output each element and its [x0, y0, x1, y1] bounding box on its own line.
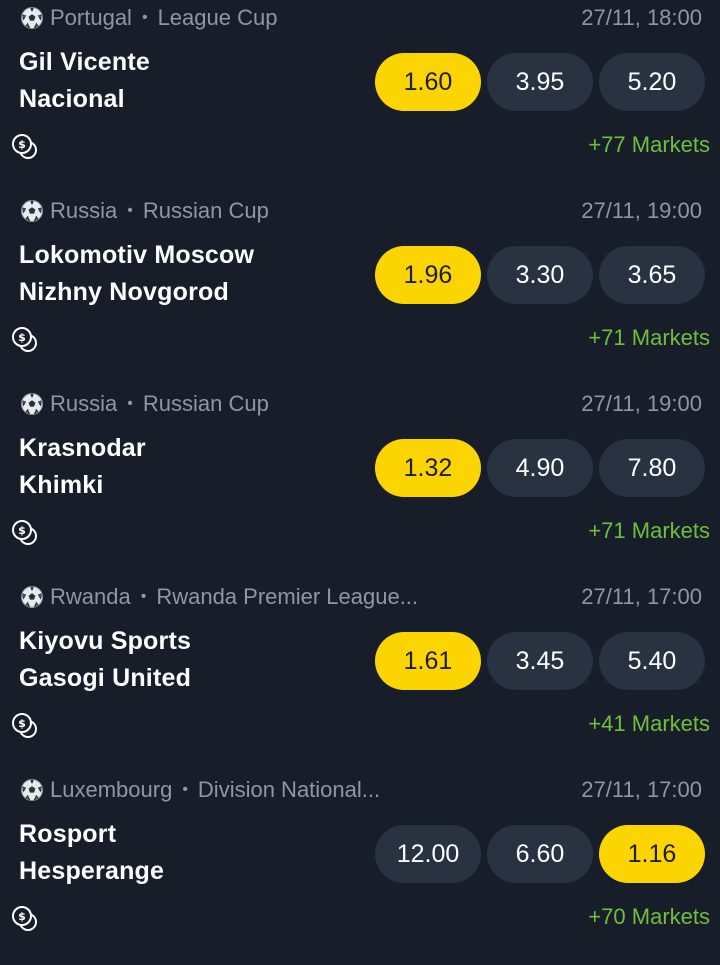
league-label: Russian Cup: [142, 391, 269, 416]
separator-dot: •: [182, 781, 188, 798]
home-team: Rosport: [19, 820, 117, 848]
svg-text:$: $: [18, 331, 26, 344]
league-info: Portugal • League Cup: [20, 4, 277, 32]
odd-button-away[interactable]: 1.16: [599, 825, 705, 883]
odd-button-away[interactable]: 3.65: [599, 246, 705, 304]
league-label: League Cup: [157, 5, 278, 30]
match-card[interactable]: Russia • Russian Cup 27/11, 19:00 Lokomo…: [0, 193, 720, 386]
cashout-coin-icon[interactable]: $: [10, 132, 40, 160]
league-info: Russia • Russian Cup: [20, 197, 269, 225]
odd-button-home[interactable]: 1.61: [375, 632, 481, 690]
svg-text:$: $: [18, 138, 26, 151]
away-team: Khimki: [19, 471, 104, 499]
odd-button-draw[interactable]: 3.30: [487, 246, 593, 304]
svg-text:$: $: [18, 910, 26, 923]
away-team: Nacional: [19, 85, 125, 113]
more-markets-link[interactable]: +71 Markets: [588, 325, 710, 351]
more-markets-link[interactable]: +71 Markets: [588, 518, 710, 544]
match-time: 27/11, 17:00: [581, 777, 702, 802]
country-label: Luxembourg: [50, 777, 173, 802]
soccer-ball-icon: [21, 586, 43, 608]
home-team: Gil Vicente: [19, 48, 150, 76]
svg-text:$: $: [18, 717, 26, 730]
match-time: 27/11, 17:00: [581, 584, 702, 609]
league-label: Division National...: [197, 777, 381, 802]
match-time: 27/11, 18:00: [581, 5, 702, 30]
home-team: Kiyovu Sports: [19, 627, 192, 655]
cashout-coin-icon[interactable]: $: [10, 711, 40, 739]
odd-button-home[interactable]: 1.60: [375, 53, 481, 111]
match-card[interactable]: Luxembourg • Division National... 27/11,…: [0, 772, 720, 965]
country-label: Russia: [50, 391, 118, 416]
odd-button-home[interactable]: 12.00: [375, 825, 481, 883]
odd-button-draw[interactable]: 6.60: [487, 825, 593, 883]
league-info: Luxembourg • Division National...: [20, 776, 380, 804]
home-team: Krasnodar: [19, 434, 146, 462]
soccer-ball-icon: [21, 7, 43, 29]
separator-dot: •: [141, 9, 148, 26]
odd-button-home[interactable]: 1.96: [375, 246, 481, 304]
separator-dot: •: [127, 202, 133, 219]
more-markets-link[interactable]: +70 Markets: [588, 904, 710, 930]
away-team: Nizhny Novgorod: [19, 278, 229, 306]
soccer-ball-icon: [21, 200, 43, 222]
odd-button-draw[interactable]: 3.95: [487, 53, 593, 111]
odd-button-away[interactable]: 7.80: [599, 439, 705, 497]
country-label: Rwanda: [50, 584, 131, 609]
match-card[interactable]: Rwanda • Rwanda Premier League... 27/11,…: [0, 579, 720, 772]
match-time: 27/11, 19:00: [581, 391, 702, 416]
cashout-coin-icon[interactable]: $: [10, 904, 40, 932]
soccer-ball-icon: [21, 393, 43, 415]
odd-button-away[interactable]: 5.20: [599, 53, 705, 111]
match-time: 27/11, 19:00: [581, 198, 702, 223]
country-label: Portugal: [50, 5, 132, 30]
cashout-coin-icon[interactable]: $: [10, 518, 40, 546]
svg-text:$: $: [18, 524, 26, 537]
away-team: Hesperange: [19, 857, 165, 885]
league-label: Rwanda Premier League...: [156, 584, 419, 609]
match-card[interactable]: Portugal • League Cup 27/11, 18:00 Gil V…: [0, 0, 720, 193]
country-label: Russia: [50, 198, 118, 223]
separator-dot: •: [140, 588, 147, 605]
home-team: Lokomotiv Moscow: [19, 241, 255, 269]
league-label: Russian Cup: [142, 198, 269, 223]
odd-button-draw[interactable]: 3.45: [487, 632, 593, 690]
match-card[interactable]: Russia • Russian Cup 27/11, 19:00 Krasno…: [0, 386, 720, 579]
more-markets-link[interactable]: +41 Markets: [588, 711, 710, 737]
league-info: Rwanda • Rwanda Premier League...: [20, 583, 418, 611]
cashout-coin-icon[interactable]: $: [10, 325, 40, 353]
league-info: Russia • Russian Cup: [20, 390, 269, 418]
more-markets-link[interactable]: +77 Markets: [588, 132, 710, 158]
separator-dot: •: [127, 395, 133, 412]
odd-button-home[interactable]: 1.32: [375, 439, 481, 497]
odd-button-away[interactable]: 5.40: [599, 632, 705, 690]
odd-button-draw[interactable]: 4.90: [487, 439, 593, 497]
soccer-ball-icon: [21, 779, 43, 801]
away-team: Gasogi United: [19, 664, 192, 692]
